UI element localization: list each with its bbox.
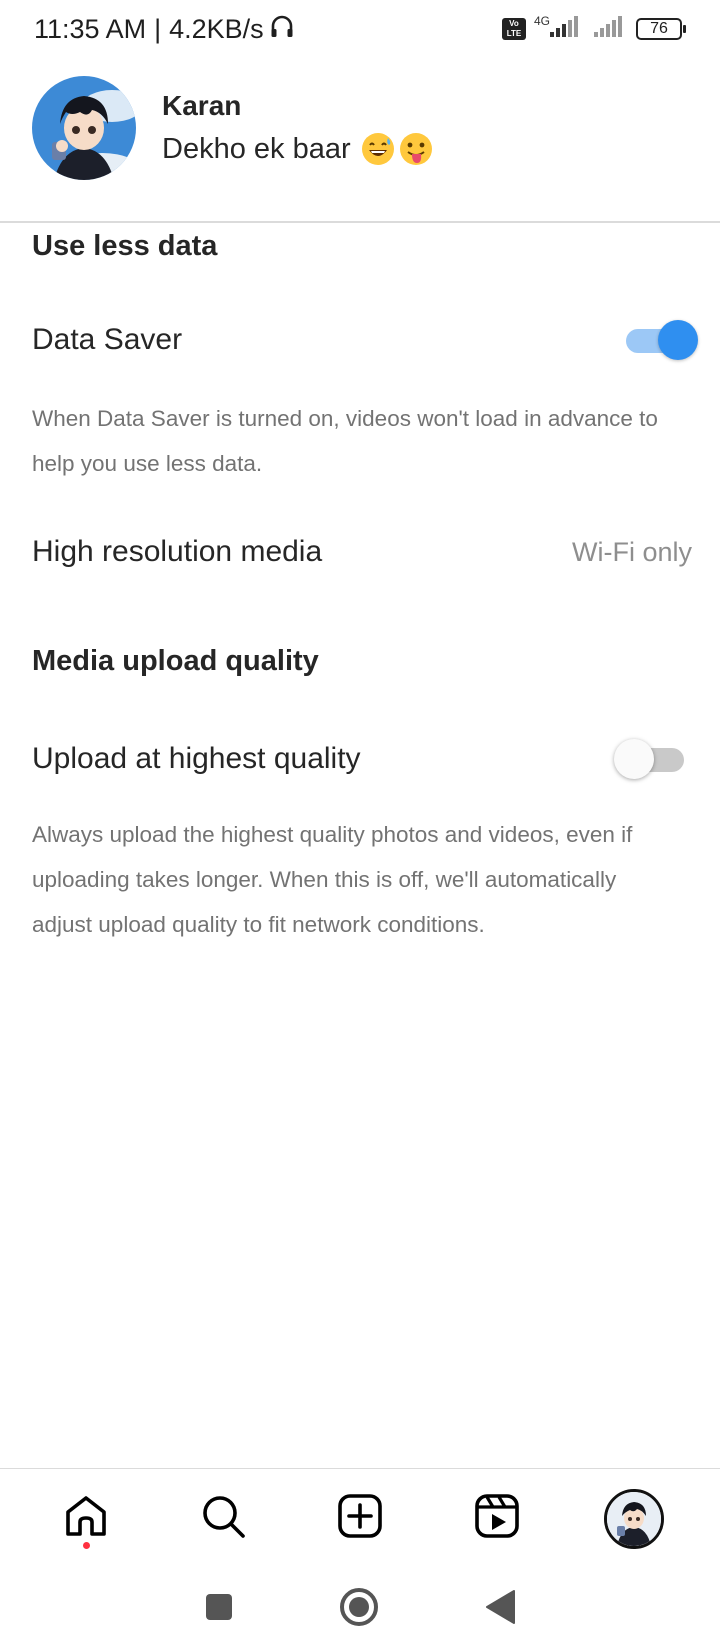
data-saver-toggle[interactable] [622, 320, 698, 360]
volte-icon: Vo LTE [501, 17, 526, 40]
upload-highest-quality-toggle[interactable] [614, 739, 690, 779]
home-button[interactable] [338, 1586, 380, 1633]
upload-highest-quality-row[interactable]: Upload at highest quality [32, 727, 688, 791]
status-right: Vo LTE 4G 76 [501, 13, 686, 43]
data-saver-description: When Data Saver is turned on, videos won… [32, 406, 658, 476]
toggle-thumb [658, 320, 698, 360]
high-resolution-media-label: High resolution media [32, 535, 323, 568]
media-upload-quality-heading: Media upload quality [32, 645, 319, 677]
bottom-navigation [0, 1468, 720, 1568]
avatar[interactable] [32, 76, 136, 180]
header-divider [0, 221, 720, 223]
create-icon [336, 1492, 384, 1545]
upload-highest-quality-description: Always upload the highest quality photos… [32, 822, 633, 937]
data-saver-row[interactable]: Data Saver [32, 310, 698, 370]
status-left: 11:35 AM | 4.2KB/s [34, 12, 296, 47]
search-icon [199, 1492, 247, 1545]
signal-strength-sim2-icon [592, 14, 628, 43]
notification-dot [83, 1541, 91, 1549]
use-less-data-heading: Use less data [32, 230, 218, 262]
system-navigation [0, 1568, 720, 1650]
status-speed: 4.2KB/s [169, 14, 264, 44]
toggle-thumb [614, 739, 654, 779]
headphones-icon [268, 12, 296, 47]
status-separator: | [154, 14, 162, 44]
high-resolution-media-value: Wi-Fi only [572, 536, 692, 567]
nav-profile[interactable] [598, 1483, 670, 1555]
profile-bio: Dekho ek baar [162, 132, 433, 166]
home-icon [62, 1492, 110, 1545]
profile-avatar [603, 1488, 664, 1549]
reels-icon [473, 1492, 521, 1545]
profile-header[interactable]: Karan Dekho ek baar [32, 74, 688, 182]
nav-create[interactable] [324, 1483, 396, 1555]
recent-apps-button[interactable] [204, 1592, 234, 1627]
nav-search[interactable] [187, 1483, 259, 1555]
grinning-sweat-emoji-icon [361, 132, 395, 166]
back-button[interactable] [484, 1589, 516, 1630]
status-bar: 11:35 AM | 4.2KB/s Vo LTE 4G 76 [0, 0, 720, 56]
profile-bio-text: Dekho ek baar [162, 132, 351, 165]
network-type: 4G [533, 13, 550, 28]
high-resolution-media-row[interactable]: High resolution media Wi-Fi only [32, 520, 692, 584]
profile-name: Karan [162, 90, 242, 121]
battery-icon: 76 [636, 17, 686, 40]
profile-text: Karan Dekho ek baar [162, 90, 433, 166]
nav-home[interactable] [50, 1483, 122, 1555]
signal-strength-icon [544, 14, 584, 43]
nav-reels[interactable] [461, 1483, 533, 1555]
status-time: 11:35 AM [34, 14, 147, 44]
upload-highest-quality-label: Upload at highest quality [32, 742, 361, 775]
data-saver-label: Data Saver [32, 323, 183, 356]
tongue-out-emoji-icon [399, 132, 433, 166]
